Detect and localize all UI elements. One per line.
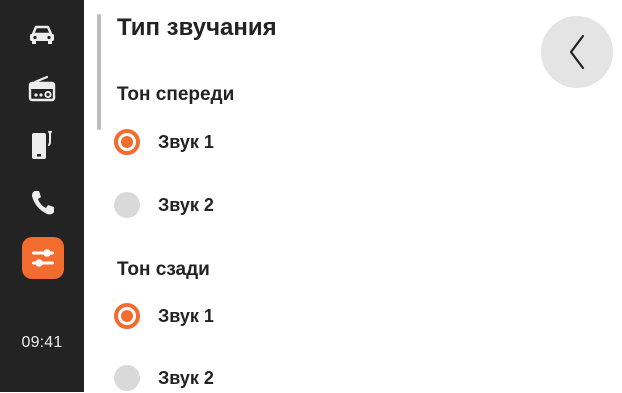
scrollbar[interactable] [97,14,101,130]
phone-call-icon [32,191,54,215]
car-icon [30,25,54,44]
option-label: Звук 1 [158,131,214,152]
radio-option-rear-sound1[interactable]: Звук 1 [114,301,214,331]
radio-icon [28,75,56,102]
radio-button-selected[interactable] [114,129,140,155]
radio-button-selected[interactable] [114,303,140,329]
chevron-left-icon [569,34,585,70]
radio-button-unselected[interactable] [114,192,140,218]
radio-option-front-sound2[interactable]: Звук 2 [114,190,214,220]
nav-item-phone[interactable] [0,180,84,224]
option-label: Звук 2 [158,367,214,388]
phone-device-icon [32,130,53,159]
section-title-front: Тон спереди [117,84,235,105]
back-button[interactable] [541,16,613,88]
radio-button-unselected[interactable] [114,365,140,391]
sidebar: 09:41 [0,0,84,392]
page-title: Тип звучания [117,14,277,41]
option-label: Звук 1 [158,305,214,326]
sliders-icon [32,249,54,267]
radio-option-front-sound1[interactable]: Звук 1 [114,127,214,157]
radio-option-rear-sound2[interactable]: Звук 2 [114,363,214,393]
nav-item-phone-device[interactable] [0,124,84,168]
nav-item-radio[interactable] [0,67,84,111]
section-title-rear: Тон сзади [117,259,210,280]
nav-item-settings[interactable] [22,237,64,279]
clock: 09:41 [21,334,63,351]
nav-item-car[interactable] [0,13,84,57]
option-label: Звук 2 [158,194,214,215]
